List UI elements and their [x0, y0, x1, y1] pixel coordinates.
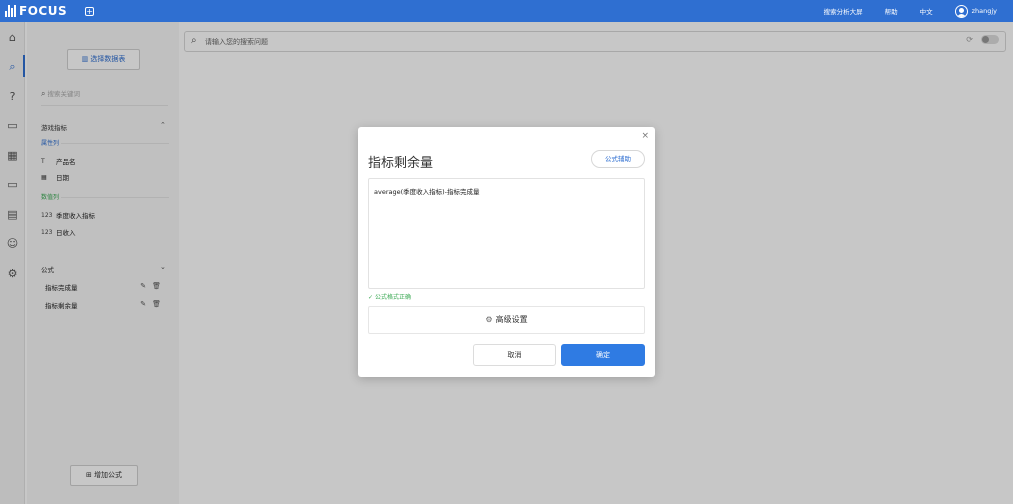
- formula-editor[interactable]: average(季度收入指标)-指标完成量: [368, 178, 645, 289]
- avatar[interactable]: [954, 4, 968, 18]
- gear-icon: ⚙: [485, 315, 493, 324]
- top-bar: FOCUS + 搜索分析大屏 帮助 中文 zhangjy: [0, 0, 1013, 22]
- app-logo[interactable]: FOCUS: [5, 4, 67, 18]
- dialog-title: 指标剩余量: [368, 156, 434, 171]
- formula-valid-status: ✓ 公式格式正确: [368, 294, 411, 301]
- cancel-button[interactable]: 取消: [473, 344, 556, 366]
- formula-dialog: × 指标剩余量 公式辅助 average(季度收入指标)-指标完成量 ✓ 公式格…: [358, 127, 655, 377]
- confirm-button[interactable]: 确定: [561, 344, 645, 366]
- new-tab-icon[interactable]: +: [85, 6, 95, 16]
- screen-link[interactable]: 搜索分析大屏: [824, 6, 863, 16]
- advanced-settings-button[interactable]: ⚙ 高级设置: [368, 306, 645, 334]
- username[interactable]: zhangjy: [972, 7, 997, 15]
- close-icon[interactable]: ×: [641, 131, 649, 141]
- logo-text: FOCUS: [19, 4, 68, 18]
- formula-help-button[interactable]: 公式辅助: [591, 150, 645, 168]
- logo-icon: [5, 5, 16, 17]
- check-circle-icon: ✓: [368, 294, 375, 301]
- language-link[interactable]: 中文: [920, 6, 933, 16]
- help-link[interactable]: 帮助: [885, 6, 898, 16]
